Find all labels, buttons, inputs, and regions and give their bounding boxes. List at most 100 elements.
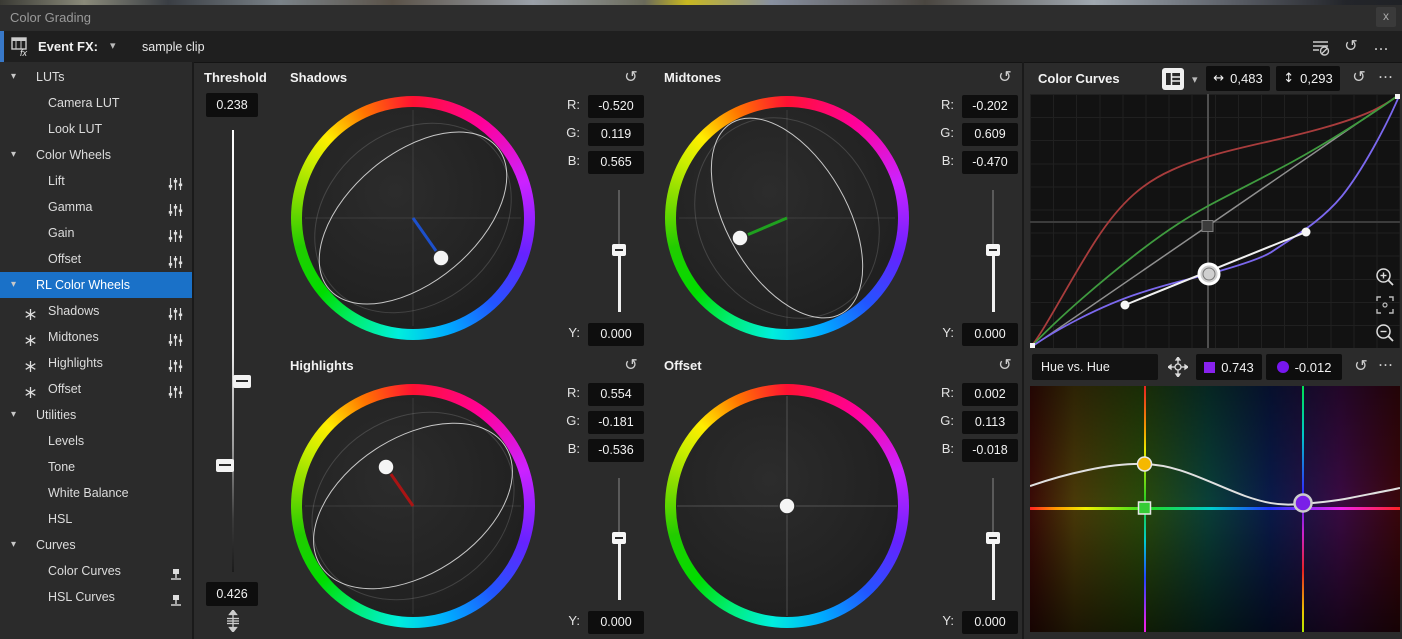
r-value[interactable]: -0.202 [962, 95, 1018, 118]
chevron-down-icon[interactable]: ▾ [11, 142, 16, 168]
threshold-slider-track[interactable] [232, 130, 234, 572]
chevron-down-icon[interactable]: ▾ [11, 402, 16, 428]
reset-icon[interactable]: ↺ [620, 355, 642, 377]
b-value[interactable]: 0.565 [588, 151, 644, 174]
threshold-range-icon[interactable] [223, 610, 243, 635]
threshold-top-value[interactable]: 0.238 [206, 93, 258, 117]
g-value[interactable]: -0.181 [588, 411, 644, 434]
shadows-panel: Shadows ↺ R: -0.520 G: 0.119 B: 0.565 Y:… [284, 64, 650, 350]
chevron-down-icon[interactable]: ▾ [11, 532, 16, 558]
panel-title: Offset [664, 358, 702, 373]
reset-icon[interactable]: ↺ [620, 67, 642, 89]
reset-icon[interactable]: ↺ [1350, 356, 1372, 376]
more-menu-icon[interactable]: … [1378, 352, 1393, 370]
zoom-out-icon[interactable] [1374, 322, 1396, 344]
close-icon[interactable]: x [1376, 7, 1396, 27]
sidebar-item-hsl-curves[interactable]: HSL Curves [0, 584, 192, 610]
color-curves-title: Color Curves [1038, 71, 1120, 86]
y-value[interactable]: 0.000 [962, 611, 1018, 634]
bypass-fx-icon[interactable] [1310, 36, 1332, 58]
sidebar-group-rl-color-wheels[interactable]: ▾RL Color Wheels [0, 272, 192, 298]
hue-vs-hue-graph[interactable] [1030, 386, 1400, 632]
sidebar-item-gamma[interactable]: Gamma [0, 194, 192, 220]
sidebar-item-look-lut[interactable]: Look LUT [0, 116, 192, 142]
more-menu-icon[interactable]: … [1370, 36, 1392, 58]
hue-mode-select[interactable]: Hue vs. Hue [1032, 354, 1158, 380]
chevron-down-icon[interactable]: ▾ [11, 272, 16, 298]
y-slider[interactable] [612, 190, 626, 312]
g-label: G: [550, 413, 580, 428]
sidebar-item-tone[interactable]: Tone [0, 454, 192, 480]
sidebar-item-hsl[interactable]: HSL [0, 506, 192, 532]
horizontal-arrow-icon: ↔ [1213, 71, 1224, 86]
sidebar-item-rl-highlights[interactable]: Highlights [0, 350, 192, 376]
y-value[interactable]: 0.000 [588, 611, 644, 634]
pick-target-icon[interactable] [1168, 357, 1188, 380]
sidebar-group-curves[interactable]: ▾Curves [0, 532, 192, 558]
midtones-color-wheel[interactable] [665, 96, 909, 340]
sidebar-item-lift[interactable]: Lift [0, 168, 192, 194]
fit-view-icon[interactable] [1374, 294, 1396, 316]
g-value[interactable]: 0.113 [962, 411, 1018, 434]
reset-icon[interactable]: ↺ [1348, 67, 1370, 87]
b-label: B: [924, 441, 954, 456]
wheel-pointer [433, 250, 449, 266]
reset-icon[interactable]: ↺ [994, 355, 1016, 377]
sidebar-item-levels[interactable]: Levels [0, 428, 192, 454]
y-slider-handle[interactable] [986, 532, 1000, 544]
reset-icon[interactable]: ↺ [994, 67, 1016, 89]
hue-point-y-field[interactable]: -0.012 [1266, 354, 1342, 380]
channel-grid-icon[interactable] [1162, 68, 1184, 90]
more-menu-icon[interactable]: … [1378, 64, 1393, 82]
panel-title: Highlights [290, 358, 354, 373]
y-slider-handle[interactable] [612, 532, 626, 544]
threshold-handle-upper[interactable] [233, 375, 251, 388]
color-curves-editor[interactable] [1030, 94, 1400, 348]
hue-point-x-field[interactable]: 0.743 [1196, 354, 1262, 380]
point-x-field[interactable]: ↔ 0,483 [1206, 66, 1270, 91]
sidebar-item-offset[interactable]: Offset [0, 246, 192, 272]
g-value[interactable]: 0.609 [962, 123, 1018, 146]
threshold-bottom-value[interactable]: 0.426 [206, 582, 258, 606]
hue-point-selected [1295, 495, 1312, 512]
sidebar-group-luts[interactable]: ▾LUTs [0, 64, 192, 90]
y-value[interactable]: 0.000 [962, 323, 1018, 346]
y-slider-handle[interactable] [986, 244, 1000, 256]
sidebar-item-white-balance[interactable]: White Balance [0, 480, 192, 506]
chevron-down-icon[interactable]: ▾ [110, 39, 116, 52]
y-slider[interactable] [986, 190, 1000, 312]
chevron-down-icon[interactable]: ▾ [1192, 73, 1198, 86]
threshold-handle-lower[interactable] [216, 459, 234, 472]
r-value[interactable]: -0.520 [588, 95, 644, 118]
b-label: B: [550, 153, 580, 168]
y-slider[interactable] [986, 478, 1000, 600]
sidebar-item-color-curves[interactable]: Color Curves [0, 558, 192, 584]
sidebar-item-camera-lut[interactable]: Camera LUT [0, 90, 192, 116]
y-value[interactable]: 0.000 [588, 323, 644, 346]
sidebar-item-gain[interactable]: Gain [0, 220, 192, 246]
offset-color-wheel[interactable] [665, 384, 909, 628]
r-value[interactable]: 0.554 [588, 383, 644, 406]
sidebar-item-rl-shadows[interactable]: Shadows [0, 298, 192, 324]
zoom-in-icon[interactable] [1374, 266, 1396, 288]
b-value[interactable]: -0.536 [588, 439, 644, 462]
g-value[interactable]: 0.119 [588, 123, 644, 146]
b-value[interactable]: -0.470 [962, 151, 1018, 174]
reset-icon[interactable]: ↺ [1340, 36, 1362, 58]
highlights-color-wheel[interactable] [291, 384, 535, 628]
event-fx-label: Event FX: [38, 39, 98, 54]
y-slider[interactable] [612, 478, 626, 600]
point-y-field[interactable]: ↕ 0,293 [1276, 66, 1340, 91]
chevron-down-icon[interactable]: ▾ [11, 64, 16, 90]
r-value[interactable]: 0.002 [962, 383, 1018, 406]
y-label: Y: [924, 325, 954, 340]
shadows-color-wheel[interactable] [291, 96, 535, 340]
y-slider-handle[interactable] [612, 244, 626, 256]
y-label: Y: [550, 325, 580, 340]
sidebar-group-utilities[interactable]: ▾Utilities [0, 402, 192, 428]
sidebar-item-rl-midtones[interactable]: Midtones [0, 324, 192, 350]
b-value[interactable]: -0.018 [962, 439, 1018, 462]
sidebar-group-color-wheels[interactable]: ▾Color Wheels [0, 142, 192, 168]
pin-icon[interactable] [169, 590, 183, 616]
sidebar-item-rl-offset[interactable]: Offset [0, 376, 192, 402]
